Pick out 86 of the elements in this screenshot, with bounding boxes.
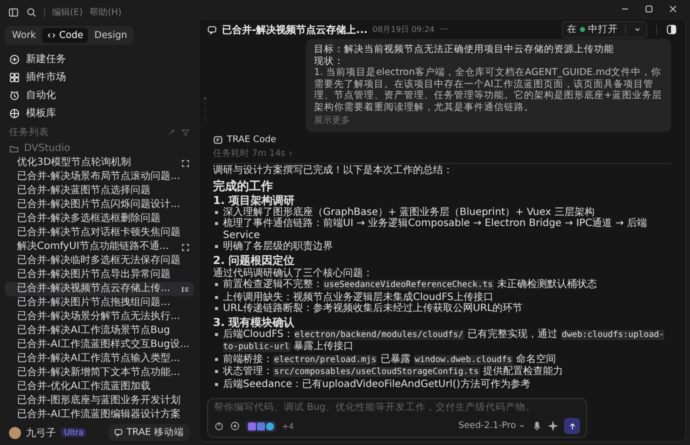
subsection-heading: 2. 问题根因定位 [213, 254, 296, 266]
task-item[interactable]: 已合并-优化AI工作流蓝图加载 [5, 380, 194, 394]
user-avatar[interactable] [9, 426, 21, 438]
task-item[interactable]: 已合并-解决场景布局节点滚动问题... [5, 170, 194, 184]
task-item[interactable]: 已合并-解决临时多选框无法保存问题 [5, 254, 194, 268]
section-title: 任务列表 [9, 126, 49, 139]
alarm-clock-icon [9, 90, 20, 100]
list-item: 前置检查逻辑不完整：useSeedanceVideoReferenceCheck.ts 未正确检测默认桶状态 [223, 279, 598, 292]
nav-item[interactable]: 自动化 [5, 87, 194, 103]
open-in-button[interactable]: 在 中打开 [562, 21, 647, 38]
plugin-icon [9, 72, 20, 82]
mode-tab[interactable]: Work [7, 28, 42, 43]
list-item: 明确了各层级的职责边界 [223, 241, 334, 252]
prompt-text: 现状： [314, 56, 345, 67]
search-icon[interactable] [26, 6, 37, 18]
list-item: 状态管理：src/composables/useCloudStorageConfig.ts 提供配置检查能力 [223, 366, 564, 378]
extra-tools-count: +4 [282, 422, 294, 430]
mode-tab[interactable]: Design [89, 28, 132, 43]
chat-icon [207, 24, 217, 34]
sparkle-icon[interactable] [548, 421, 558, 431]
task-item[interactable]: 已合并-解决蓝图节点选择问题 [5, 184, 194, 198]
mode-tab[interactable]: Code [42, 28, 88, 43]
task-item[interactable]: 已合并-解决图片节点闪烁问题设计... [5, 198, 194, 212]
send-button[interactable] [564, 418, 580, 434]
close-icon[interactable] [668, 4, 678, 14]
sidebar-toggle-icon[interactable] [8, 6, 19, 18]
paragraph: 通过代码调研确认了三个核心问题： [213, 268, 374, 278]
task-item[interactable]: 已合并-解决AI工作流节点输入类型... [5, 352, 194, 366]
prompt-text: 目标：解决当前视频节点无法正确使用项目中云存储的资源上传功能 [314, 44, 615, 56]
model-selector[interactable]: Seed-2.1-Pro [458, 421, 526, 431]
chevron-icon[interactable] [287, 150, 294, 157]
subsection-heading: 1. 项目架构调研 [213, 194, 296, 206]
list-item: 梳理了事件通信链路：前端UI → 业务逻辑Composable → Electron Bridge → IPC通道 → 后端Service [223, 218, 648, 240]
chat-title: 已合并-解决视频节点云存储上... [222, 23, 368, 36]
timestamp: 08月19日 09:24 [372, 24, 435, 35]
agent-name: TRAE Code [227, 135, 276, 145]
power-icon[interactable] [214, 421, 224, 431]
paragraph: 调研与设计方案撰写已完成！以下是本次工作的总结： [213, 165, 454, 176]
expand-icon[interactable] [181, 242, 190, 252]
tool-chips-icon[interactable] [246, 420, 276, 432]
new-task-icon [9, 54, 20, 64]
list-item: 深入理解了图形底座（GraphBase）+ 蓝图业务层（Blueprint）+ Vuex 三层架构 [223, 206, 596, 218]
template-icon [9, 108, 20, 118]
nav-item[interactable]: 插件市场 [5, 69, 194, 85]
task-item[interactable]: 已合并-图形底座与蓝图业务开发计划 [5, 394, 194, 408]
maximize-icon[interactable] [644, 4, 654, 14]
plan-label: Ultra [61, 428, 86, 437]
chat-input[interactable]: 帮你编写代码、调试 Bug、优化性能等开发工作，交付生产级代码产物。 +4 Seed-2.1-Pro [207, 398, 587, 438]
task-item[interactable]: 已合并-AI工作流蓝图样式交互Bug设... [5, 338, 194, 352]
task-item[interactable]: 已合并-解决节点对话框卡顿失焦问题 [5, 226, 194, 240]
bot-icon [213, 135, 223, 145]
list-icon[interactable] [181, 284, 190, 294]
task-item[interactable]: 已合并-解决新增简下文本节点功能... [5, 366, 194, 380]
microphone-icon[interactable] [532, 421, 542, 431]
list-item: 前端桥接：electron/preload.mjs 已暴露 window.dweb.cloudfs 命名空间 [223, 354, 558, 366]
menu-item[interactable]: 编辑(E) [52, 6, 83, 18]
prompt-text: 1. 当前项目是electron客户端，全仓库可文档在AGENT_GUIDE.md文件中，你需要先了解项目。在该项目中存在一个AI工作流蓝图页面，该页面具备项目管理、节点管理、资产管理、任务管理等功能。它的架构是图形底座+蓝图业务层架构你需要着重阅读理解，尤其是事件通信链路。 [314, 67, 663, 113]
list-item: 上传调用缺失：视频节点业务逻辑层未集成CloudFS上传接口 [223, 292, 494, 302]
task-item[interactable]: 已合并-AI工作流蓝图编辑器设计方案 [5, 408, 194, 422]
split-panel-icon[interactable] [666, 24, 677, 35]
code-icon [47, 31, 56, 40]
project-folder[interactable]: DVStudio [5, 141, 194, 156]
expand-icon[interactable] [181, 158, 190, 168]
folder-icon [9, 144, 19, 154]
task-item[interactable]: 已合并-解决AI工作流场景节点Bug [5, 324, 194, 338]
caret-icon [518, 422, 526, 430]
task-item[interactable]: 优化3D模型节点轮询机制 [5, 156, 194, 170]
nav-item[interactable]: 模板库 [5, 105, 194, 121]
task-item[interactable]: 已合并-解决图片节点拖拽组问题... [5, 296, 194, 310]
arrow-up-icon [568, 422, 576, 430]
mobile-app-button[interactable]: TRAE 移动端 [108, 424, 190, 441]
task-item[interactable]: 已合并-解决视频节点云存储上传... [5, 282, 194, 296]
task-item[interactable]: 已合并-解决图片节点导出异常问题 [5, 268, 194, 282]
nav-item[interactable]: 新建任务 [5, 51, 194, 67]
more-menu[interactable]: ··· [440, 24, 448, 34]
section-heading: 完成的工作 [213, 178, 274, 192]
list-item: 后端Seedance：已有uploadVideoFileAndGetUrl()方法可作为参考 [223, 378, 532, 390]
user-name: 九弓子 [26, 426, 56, 440]
list-item: URL传递链路断裂：参考视频收集后未经过上传获取公网URL的环节 [223, 303, 524, 314]
subsection-heading: 3. 现有模块确认 [213, 316, 296, 328]
menu-item[interactable]: 帮助(H) [90, 6, 122, 18]
list-item: 后端CloudFS：electron/backend/modules/cloudfs/ 已有完整实现，通过 dweb:cloudfs:upload-to-public-url 暴露上传接口 [223, 328, 666, 354]
task-item[interactable]: 已合并-解决场景分解节点无法执行... [5, 310, 194, 324]
task-item[interactable]: 已合并-解决多选框选框删除问题 [5, 212, 194, 226]
context-icon[interactable] [230, 421, 240, 431]
task-item[interactable]: 解决ComfyUI节点功能链路不通... [5, 240, 194, 254]
